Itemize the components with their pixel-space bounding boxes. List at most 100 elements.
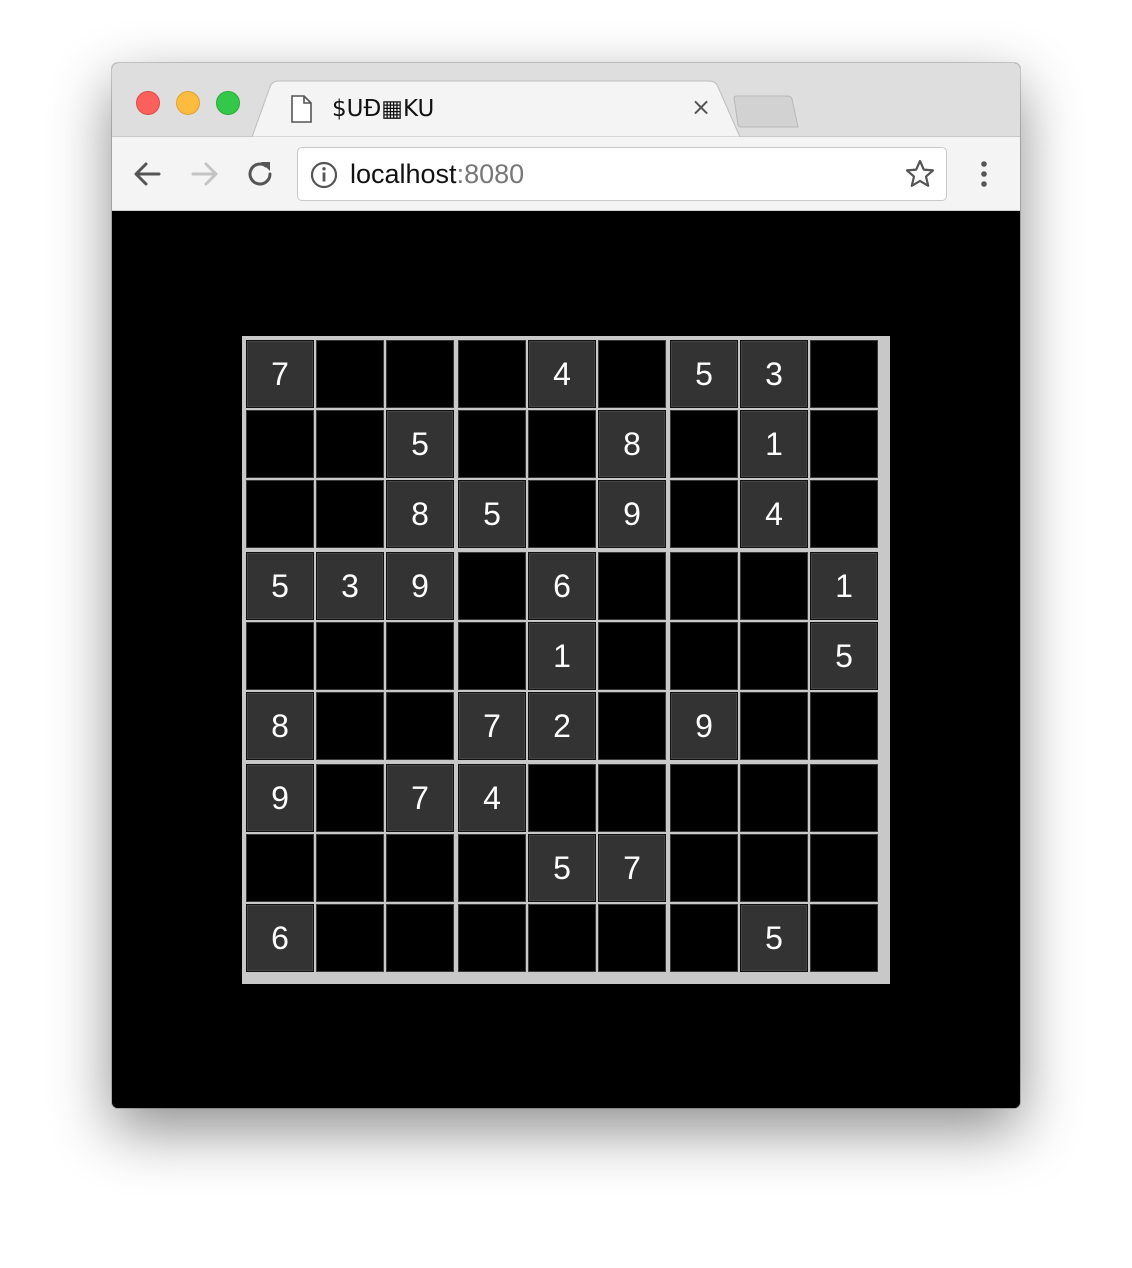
sudoku-cell-r1c4[interactable]	[458, 340, 526, 408]
sudoku-cell-r6c8[interactable]	[740, 692, 808, 760]
sudoku-cell-r8c7[interactable]	[670, 834, 738, 902]
zoom-window-button[interactable]	[216, 91, 240, 115]
sudoku-cell-r6c2[interactable]	[316, 692, 384, 760]
sudoku-cell-r4c3[interactable]: 9	[386, 552, 454, 620]
sudoku-cell-r6c7[interactable]: 9	[670, 692, 738, 760]
sudoku-cell-r4c5[interactable]: 6	[528, 552, 596, 620]
sudoku-cell-r3c7[interactable]	[670, 480, 738, 548]
sudoku-cell-r2c3[interactable]: 5	[386, 410, 454, 478]
sudoku-cell-r3c2[interactable]	[316, 480, 384, 548]
sudoku-cell-r2c2[interactable]	[316, 410, 384, 478]
reload-icon[interactable]	[243, 157, 277, 191]
sudoku-cell-r7c5[interactable]	[528, 764, 596, 832]
sudoku-cell-r2c4[interactable]	[458, 410, 526, 478]
tab-close-icon[interactable]: ×	[688, 94, 714, 120]
sudoku-cell-r2c5[interactable]	[528, 410, 596, 478]
page-content: 74535818594539611587299745765	[112, 211, 1020, 1108]
sudoku-cell-r8c9[interactable]	[810, 834, 878, 902]
sudoku-cell-r6c5[interactable]: 2	[528, 692, 596, 760]
sudoku-cell-r9c6[interactable]	[598, 904, 666, 972]
sudoku-cell-r2c1[interactable]	[246, 410, 314, 478]
document-icon	[291, 95, 312, 123]
tab-content: $UÐ▦KU ×	[290, 81, 730, 137]
sudoku-cell-r9c5[interactable]	[528, 904, 596, 972]
sudoku-cell-r1c9[interactable]	[810, 340, 878, 408]
sudoku-cell-r6c3[interactable]	[386, 692, 454, 760]
minimize-window-button[interactable]	[176, 91, 200, 115]
sudoku-cell-r9c1[interactable]: 6	[246, 904, 314, 972]
sudoku-cell-r1c7[interactable]: 5	[670, 340, 738, 408]
sudoku-cell-r7c3[interactable]: 7	[386, 764, 454, 832]
sudoku-cell-r1c6[interactable]	[598, 340, 666, 408]
title-bar: $UÐ▦KU ×	[112, 63, 1020, 137]
sudoku-cell-r7c7[interactable]	[670, 764, 738, 832]
sudoku-cell-r5c1[interactable]	[246, 622, 314, 690]
tab-title: $UÐ▦KU	[332, 96, 435, 122]
sudoku-cell-r4c9[interactable]: 1	[810, 552, 878, 620]
address-bar[interactable]: localhost:8080	[297, 147, 947, 201]
sudoku-cell-r3c1[interactable]	[246, 480, 314, 548]
sudoku-cell-r4c7[interactable]	[670, 552, 738, 620]
sudoku-cell-r6c9[interactable]	[810, 692, 878, 760]
sudoku-cell-r3c3[interactable]: 8	[386, 480, 454, 548]
sudoku-cell-r2c8[interactable]: 1	[740, 410, 808, 478]
sudoku-cell-r9c4[interactable]	[458, 904, 526, 972]
sudoku-cell-r7c9[interactable]	[810, 764, 878, 832]
sudoku-cell-r9c2[interactable]	[316, 904, 384, 972]
sudoku-cell-r9c8[interactable]: 5	[740, 904, 808, 972]
sudoku-cell-r7c4[interactable]: 4	[458, 764, 526, 832]
sudoku-cell-r3c6[interactable]: 9	[598, 480, 666, 548]
sudoku-cell-r6c6[interactable]	[598, 692, 666, 760]
sudoku-cell-r1c5[interactable]: 4	[528, 340, 596, 408]
sudoku-cell-r5c5[interactable]: 1	[528, 622, 596, 690]
sudoku-cell-r8c1[interactable]	[246, 834, 314, 902]
info-icon[interactable]	[310, 161, 338, 189]
sudoku-cell-r5c9[interactable]: 5	[810, 622, 878, 690]
sudoku-cell-r3c9[interactable]	[810, 480, 878, 548]
sudoku-cell-r4c2[interactable]: 3	[316, 552, 384, 620]
url-text[interactable]: localhost:8080	[350, 159, 524, 189]
sudoku-cell-r7c6[interactable]	[598, 764, 666, 832]
sudoku-cell-r5c3[interactable]	[386, 622, 454, 690]
sudoku-cell-r5c8[interactable]	[740, 622, 808, 690]
sudoku-cell-r2c6[interactable]: 8	[598, 410, 666, 478]
sudoku-cell-r8c2[interactable]	[316, 834, 384, 902]
kebab-menu-icon[interactable]	[974, 157, 994, 191]
sudoku-cell-r1c3[interactable]	[386, 340, 454, 408]
sudoku-cell-r5c2[interactable]	[316, 622, 384, 690]
sudoku-cell-r3c5[interactable]	[528, 480, 596, 548]
sudoku-cell-r9c9[interactable]	[810, 904, 878, 972]
sudoku-cell-r5c7[interactable]	[670, 622, 738, 690]
sudoku-cell-r4c6[interactable]	[598, 552, 666, 620]
sudoku-cell-r9c3[interactable]	[386, 904, 454, 972]
sudoku-cell-r1c2[interactable]	[316, 340, 384, 408]
back-arrow-icon[interactable]	[131, 157, 165, 191]
sudoku-cell-r2c9[interactable]	[810, 410, 878, 478]
sudoku-cell-r8c4[interactable]	[458, 834, 526, 902]
sudoku-cell-r8c6[interactable]: 7	[598, 834, 666, 902]
sudoku-cell-r1c1[interactable]: 7	[246, 340, 314, 408]
sudoku-cell-r8c8[interactable]	[740, 834, 808, 902]
star-icon[interactable]	[904, 158, 936, 190]
sudoku-cell-r6c4[interactable]: 7	[458, 692, 526, 760]
new-tab-button[interactable]	[732, 95, 800, 129]
browser-toolbar: localhost:8080	[112, 137, 1020, 211]
sudoku-cell-r4c8[interactable]	[740, 552, 808, 620]
forward-arrow-icon[interactable]	[187, 157, 221, 191]
sudoku-cell-r3c8[interactable]: 4	[740, 480, 808, 548]
sudoku-cell-r8c3[interactable]	[386, 834, 454, 902]
sudoku-cell-r7c1[interactable]: 9	[246, 764, 314, 832]
sudoku-cell-r5c6[interactable]	[598, 622, 666, 690]
sudoku-cell-r5c4[interactable]	[458, 622, 526, 690]
sudoku-cell-r9c7[interactable]	[670, 904, 738, 972]
sudoku-cell-r1c8[interactable]: 3	[740, 340, 808, 408]
close-window-button[interactable]	[136, 91, 160, 115]
sudoku-cell-r7c2[interactable]	[316, 764, 384, 832]
sudoku-cell-r3c4[interactable]: 5	[458, 480, 526, 548]
sudoku-cell-r7c8[interactable]	[740, 764, 808, 832]
sudoku-cell-r8c5[interactable]: 5	[528, 834, 596, 902]
sudoku-cell-r4c4[interactable]	[458, 552, 526, 620]
sudoku-cell-r4c1[interactable]: 5	[246, 552, 314, 620]
sudoku-cell-r2c7[interactable]	[670, 410, 738, 478]
sudoku-cell-r6c1[interactable]: 8	[246, 692, 314, 760]
